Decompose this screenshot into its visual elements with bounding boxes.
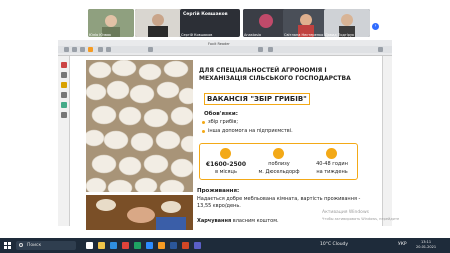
money-icon <box>220 148 231 159</box>
search-placeholder: Поиск <box>27 242 42 248</box>
viewer-toolbar <box>58 46 392 53</box>
vacancy-title: ВАКАНСІЯ "ЗБІР ГРИБІВ" <box>204 93 310 105</box>
save-icon[interactable] <box>72 47 77 52</box>
activation-watermark: Активация Windows Чтобы активировать Win… <box>322 210 399 222</box>
teams-icon[interactable] <box>194 242 201 249</box>
food-rest: власним коштом. <box>231 218 279 224</box>
participant-tile[interactable]: Юлія Юзвяк <box>88 9 134 37</box>
duty-item: інша допомога на підприємстві. <box>208 128 293 134</box>
edge-icon[interactable] <box>110 242 117 249</box>
weather-status[interactable]: 10°C Cloudy <box>320 242 348 247</box>
calendar-icon <box>326 148 337 159</box>
clock[interactable]: 13:11 20.01.2021 <box>416 240 436 250</box>
participant-name: Anastasia <box>244 33 262 37</box>
participant-name: Сергій Ковшаков <box>181 33 213 37</box>
prev-page-icon[interactable] <box>258 47 263 52</box>
salary-value: €1600-2500 <box>205 161 247 168</box>
duties-title: Обов'язки: <box>204 111 238 117</box>
harvest-image <box>86 195 193 230</box>
duty-item: збір грибів; <box>208 119 239 125</box>
pages-icon[interactable] <box>61 72 67 78</box>
right-scrollbar[interactable] <box>382 56 392 226</box>
food-label: Харчування <box>197 218 232 224</box>
zoom-app-icon[interactable] <box>146 242 153 249</box>
attachment-icon[interactable] <box>61 92 67 98</box>
bullet-icon <box>202 130 205 133</box>
video-call-strip: Юлія Юзвяк Сергій Ковшаков Сергій Ковшак… <box>0 0 450 42</box>
undo-icon[interactable] <box>88 47 93 52</box>
signature-icon[interactable] <box>61 112 67 118</box>
foxit-icon[interactable] <box>158 242 165 249</box>
print-icon[interactable] <box>80 47 85 52</box>
hours-value: 40-48 годин <box>316 161 348 167</box>
participant-tile[interactable]: Давид Подгірук <box>324 9 370 37</box>
hand-tool-icon[interactable] <box>98 47 103 52</box>
next-page-icon[interactable] <box>268 47 273 52</box>
participant-name: Давид Подгірук <box>325 33 355 37</box>
select-tool-icon[interactable] <box>106 47 111 52</box>
location-icon <box>273 148 284 159</box>
participant-name: Світлана Нестеренко <box>284 33 324 37</box>
hours-sub: на тиждень <box>316 169 348 175</box>
participant-tile[interactable] <box>135 9 181 37</box>
file-explorer-icon[interactable] <box>98 242 105 249</box>
chrome-icon[interactable] <box>134 242 141 249</box>
bookmark-icon[interactable] <box>61 62 67 68</box>
close-icon[interactable] <box>378 47 383 52</box>
zoom-icon[interactable] <box>148 47 153 52</box>
comment-icon[interactable] <box>61 82 67 88</box>
salary-sub: в місяць <box>215 169 237 175</box>
windows-start-icon[interactable] <box>4 242 11 249</box>
location-value: поблизу <box>268 161 290 167</box>
powerpoint-icon[interactable] <box>182 242 189 249</box>
participant-video <box>135 9 181 37</box>
open-icon[interactable] <box>64 47 69 52</box>
info-box: €1600-2500 в місяць поблизу м. Дюсельдор… <box>199 143 358 180</box>
food-text: Харчування власним коштом. <box>197 218 279 224</box>
clock-date: 20.01.2021 <box>416 245 437 249</box>
word-icon[interactable] <box>170 242 177 249</box>
mushrooms-photo <box>86 60 193 192</box>
next-participants-button[interactable]: › <box>372 23 379 30</box>
left-panel <box>58 56 70 226</box>
taskbar-search[interactable]: Поиск <box>16 241 76 250</box>
activation-line2: Чтобы активировать Windows, перейдите <box>322 217 400 221</box>
opera-icon[interactable] <box>122 242 129 249</box>
active-speaker-tile[interactable]: Сергій Ковшаков Сергій Ковшаков <box>180 9 240 37</box>
living-text: Надається добре мебльована кімната, варт… <box>197 196 361 209</box>
layers-icon[interactable] <box>61 102 67 108</box>
bullet-icon <box>202 121 205 124</box>
language-indicator[interactable]: УКР <box>398 242 407 247</box>
active-speaker-name: Сергій Ковшаков <box>183 12 228 17</box>
participant-tile[interactable]: Світлана Нестеренко <box>283 9 329 37</box>
harvest-photo <box>86 195 193 230</box>
task-view-icon[interactable] <box>86 242 93 249</box>
participant-name: Юлія Юзвяк <box>89 33 112 37</box>
slide-page: ДЛЯ СПЕЦІАЛЬНОСТЕЙ АГРОНОМІЯ І МЕХАНІЗАЦ… <box>86 60 376 230</box>
slide-heading: ДЛЯ СПЕЦІАЛЬНОСТЕЙ АГРОНОМІЯ І МЕХАНІЗАЦ… <box>199 67 351 82</box>
taskbar: Поиск 10°C Cloudy УКР 13:11 20.01.2021 <box>0 238 450 253</box>
location-sub: м. Дюсельдорф <box>258 169 300 175</box>
living-title: Проживання: <box>197 188 240 194</box>
mushrooms-image <box>86 60 193 192</box>
search-icon <box>19 243 23 247</box>
